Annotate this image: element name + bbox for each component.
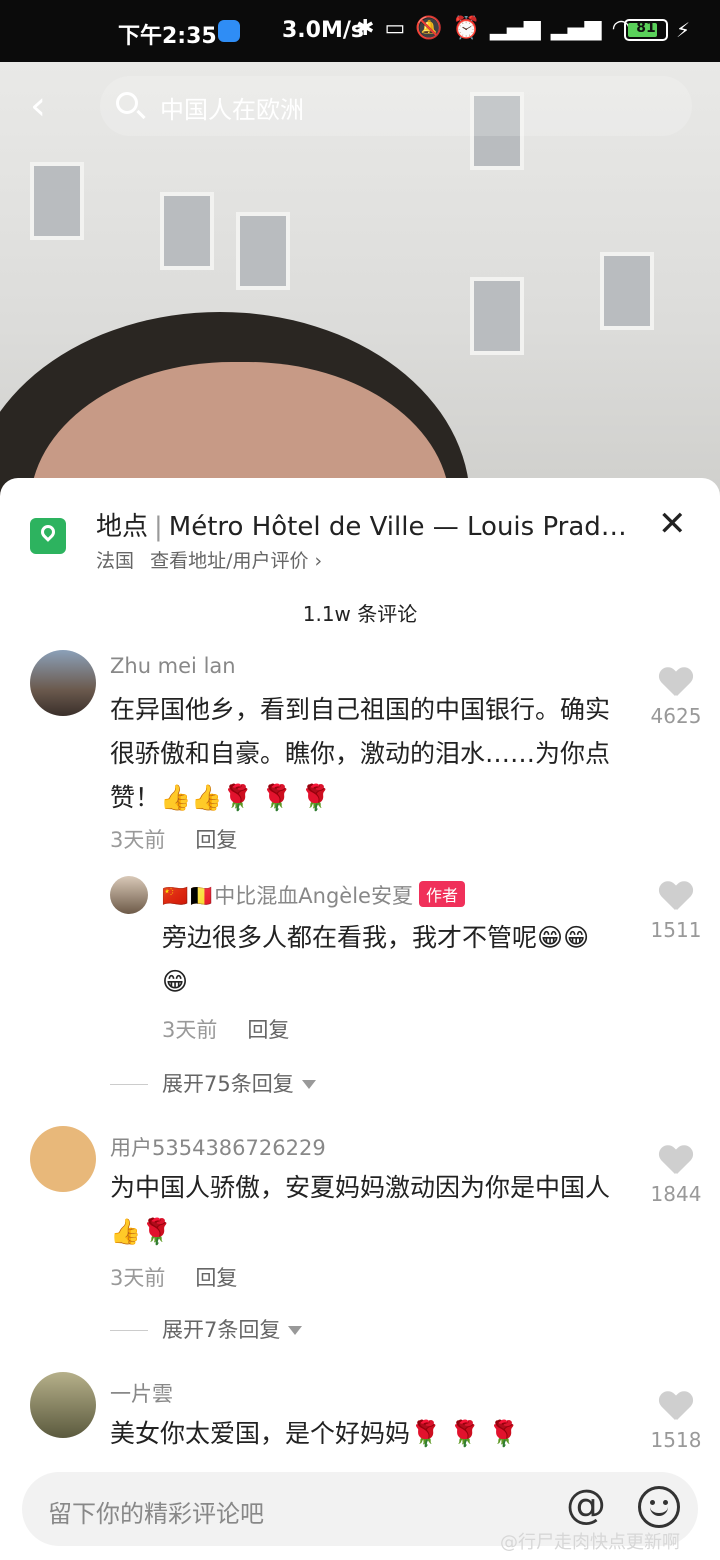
status-time: 下午2:35 xyxy=(118,24,217,49)
location-link[interactable]: 查看地址/用户评价 xyxy=(150,550,308,572)
reply-button[interactable]: 回复 xyxy=(195,828,237,852)
expand-replies-button[interactable]: 展开75条回复 xyxy=(110,1068,316,1098)
comment-time: 3天前 xyxy=(162,1018,218,1042)
location-label: 地点 xyxy=(96,512,149,542)
reply-button[interactable]: 回复 xyxy=(247,1018,289,1042)
status-icons: ✱ ▭ 🔕 ⏰ ▂▄▆ ▂▄▆ ◠ xyxy=(356,16,631,41)
chevron-down-icon xyxy=(288,1326,303,1335)
like-button[interactable]: 1844 xyxy=(641,1146,711,1206)
like-button[interactable]: 1518 xyxy=(641,1392,711,1452)
author-name: 🇨🇳🇧🇪中比混血Angèle安夏 xyxy=(162,884,413,908)
heart-icon xyxy=(660,668,692,698)
comment-author[interactable]: 用户5354386726229 xyxy=(110,1132,326,1162)
chevron-right-icon: › xyxy=(314,550,323,572)
vibrate-icon: ▭ xyxy=(384,16,406,41)
comment-meta: 3天前 回复 xyxy=(110,824,237,854)
building-window xyxy=(160,192,214,270)
comment-text[interactable]: 为中国人骄傲，安夏妈妈激动因为你是中国人👍🌹 xyxy=(110,1166,630,1254)
location-divider: | xyxy=(154,512,163,542)
like-count: 1518 xyxy=(650,1428,702,1452)
bluetooth-icon: ✱ xyxy=(356,16,375,41)
divider-line xyxy=(110,1330,148,1331)
status-bar: 下午2:35 3.0M/s ✱ ▭ 🔕 ⏰ ▂▄▆ ▂▄▆ ◠ 81 ⚡ xyxy=(0,0,720,62)
search-icon xyxy=(116,92,138,114)
location-title[interactable]: 地点 | Métro Hôtel de Ville — Louis Prad… xyxy=(96,506,641,543)
heart-icon xyxy=(660,1146,692,1176)
avatar[interactable] xyxy=(30,1372,96,1438)
alarm-icon: ⏰ xyxy=(452,16,481,41)
heart-icon xyxy=(660,1392,692,1422)
like-count: 1511 xyxy=(650,918,702,942)
like-button[interactable]: 4625 xyxy=(641,668,711,728)
building-window xyxy=(30,162,84,240)
avatar[interactable] xyxy=(110,876,148,914)
expand-label: 展开75条回复 xyxy=(162,1072,294,1096)
comment-meta: 3天前 回复 xyxy=(110,1262,237,1292)
back-button[interactable]: ‹ xyxy=(30,86,70,126)
signal-2-icon: ▂▄▆ xyxy=(550,16,602,41)
building-window xyxy=(236,212,290,290)
location-pin-icon xyxy=(30,518,66,554)
charging-icon: ⚡ xyxy=(676,18,691,42)
mute-bell-icon: 🔕 xyxy=(415,16,443,41)
avatar[interactable] xyxy=(30,650,96,716)
comment-text[interactable]: 旁边很多人都在看我，我才不管呢😁😁😁 xyxy=(162,916,612,1004)
comment-author[interactable]: 🇨🇳🇧🇪中比混血Angèle安夏 作者 xyxy=(162,880,465,910)
search-query: 中国人在欧洲 xyxy=(160,96,304,124)
avatar[interactable] xyxy=(30,1126,96,1192)
building-window xyxy=(470,277,524,355)
comment-text[interactable]: 在异国他乡，看到自己祖国的中国银行。确实很骄傲和自豪。瞧你，激动的泪水……为你点… xyxy=(110,688,630,820)
comment-author[interactable]: Zhu mei lan xyxy=(110,654,236,678)
comment-sheet: 地点 | Métro Hôtel de Ville — Louis Prad… 法国… xyxy=(0,478,720,1560)
signal-icon: ▂▄▆ xyxy=(490,16,541,41)
comment-meta: 3天前 回复 xyxy=(162,1014,289,1044)
close-button[interactable]: ✕ xyxy=(658,504,687,544)
divider-line xyxy=(110,1084,148,1085)
comment-input-placeholder: 留下你的精彩评论吧 xyxy=(48,1500,264,1528)
comment-count: 1.1w 条评论 xyxy=(302,602,418,626)
search-bar[interactable]: 中国人在欧洲 xyxy=(100,76,692,136)
battery-icon: 81 xyxy=(624,19,668,41)
location-name: Métro Hôtel de Ville — Louis Prad… xyxy=(168,512,627,542)
author-badge: 作者 xyxy=(418,881,465,907)
comment-time: 3天前 xyxy=(110,828,166,852)
location-subtitle[interactable]: 法国 查看地址/用户评价 › xyxy=(96,546,322,573)
like-button[interactable]: 1511 xyxy=(641,882,711,942)
watermark: @行尸走肉快点更新啊 xyxy=(500,1532,680,1553)
chevron-down-icon xyxy=(301,1080,316,1089)
comment-time: 3天前 xyxy=(110,1266,166,1290)
like-count: 4625 xyxy=(650,704,702,728)
mention-at-icon[interactable]: @ xyxy=(566,1482,606,1528)
app-notification-icon xyxy=(218,20,240,42)
heart-icon xyxy=(660,882,692,912)
expand-replies-button[interactable]: 展开7条回复 xyxy=(110,1314,303,1344)
location-country: 法国 xyxy=(96,550,135,572)
comment-text[interactable]: 美女你太爱国，是个好妈妈🌹 🌹 🌹 xyxy=(110,1412,630,1456)
battery-percent: 81 xyxy=(636,20,656,36)
expand-label: 展开7条回复 xyxy=(162,1318,281,1342)
building-window xyxy=(600,252,654,330)
reply-button[interactable]: 回复 xyxy=(195,1266,237,1290)
network-speed: 3.0M/s xyxy=(282,18,364,43)
like-count: 1844 xyxy=(650,1182,702,1206)
comment-author[interactable]: 一片雲 xyxy=(110,1378,173,1408)
emoji-icon[interactable] xyxy=(638,1486,680,1528)
